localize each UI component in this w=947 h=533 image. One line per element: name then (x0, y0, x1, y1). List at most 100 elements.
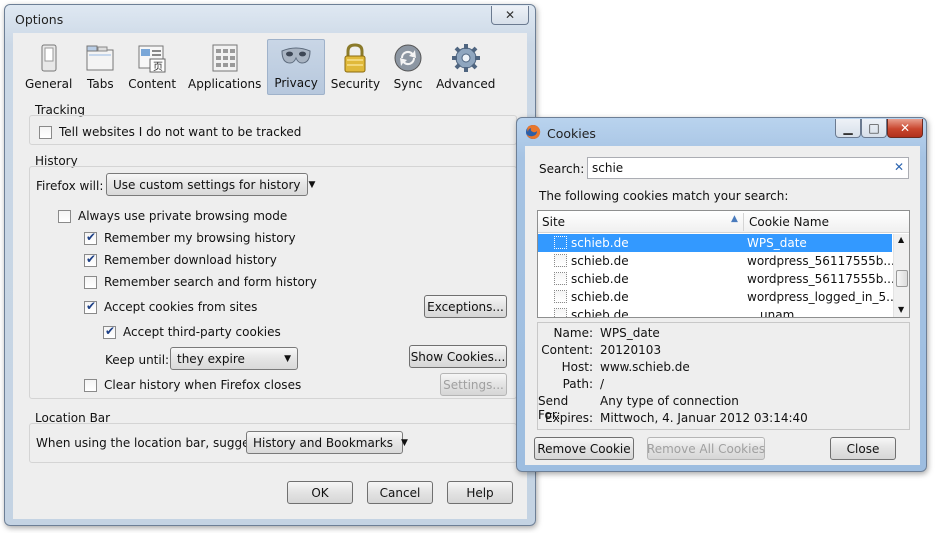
options-titlebar[interactable]: Options ✕ (5, 5, 535, 33)
chevron-down-icon: ▼ (284, 353, 291, 364)
detail-sendfor-value: Any type of connection (600, 394, 739, 408)
dnt-checkbox-row[interactable]: Tell websites I do not want to be tracke… (39, 125, 301, 139)
scroll-up-icon[interactable]: ▲ (898, 235, 904, 244)
row-cookie-name: wordpress_logged_in_5... (747, 290, 898, 304)
clear-history-checkbox[interactable] (84, 378, 97, 392)
table-row[interactable]: schieb.de WPS_date (538, 234, 892, 252)
scroll-down-icon[interactable]: ▼ (898, 305, 904, 314)
options-pane-tabs: General Tabs 页 Content Applications Priv… (19, 39, 501, 95)
keep-until-value: they expire (177, 351, 245, 366)
row-tree-box (554, 254, 567, 267)
options-title: Options (15, 12, 64, 27)
search-field[interactable]: schie ✕ (587, 157, 909, 179)
remember-download-row[interactable]: Remember download history (84, 252, 277, 267)
keep-until-label: Keep until: (105, 353, 170, 367)
detail-host-label: Host: (561, 360, 593, 374)
search-input[interactable]: schie (592, 161, 623, 175)
match-text: The following cookies match your search: (539, 189, 789, 203)
table-row[interactable]: schieb.de unam (538, 306, 892, 318)
firefox-will-label: Firefox will: (36, 179, 104, 193)
row-site: schieb.de (571, 254, 629, 268)
cookie-list-scrollbar[interactable]: ▲ ▼ (893, 234, 909, 317)
row-cookie-name: wordpress_56117555b... (747, 272, 895, 286)
maximize-button[interactable]: □ (861, 119, 887, 138)
sync-icon (392, 42, 424, 74)
tab-sync-label: Sync (393, 77, 423, 91)
row-tree-box (554, 236, 567, 249)
advanced-gear-icon (450, 42, 482, 74)
detail-expires-value: Mittwoch, 4. Januar 2012 03:14:40 (600, 411, 808, 425)
minimize-icon: ▁ (843, 121, 853, 135)
tab-content[interactable]: 页 Content (122, 39, 182, 95)
help-button[interactable]: Help (447, 481, 513, 504)
tab-advanced[interactable]: Advanced (430, 39, 501, 95)
tab-advanced-label: Advanced (436, 77, 496, 91)
dnt-checkbox[interactable] (39, 125, 52, 139)
remember-browsing-checkbox[interactable] (84, 230, 97, 245)
tab-general-label: General (25, 77, 73, 91)
history-mode-dropdown[interactable]: Use custom settings for history ▼ (106, 173, 315, 196)
exceptions-button[interactable]: Exceptions... (424, 295, 507, 318)
tab-privacy[interactable]: Privacy (267, 39, 325, 95)
cancel-button[interactable]: Cancel (367, 481, 433, 504)
remember-search-checkbox[interactable] (84, 275, 97, 289)
third-party-row[interactable]: Accept third-party cookies (103, 324, 281, 339)
table-row[interactable]: schieb.de wordpress_logged_in_5... (538, 288, 898, 306)
security-lock-icon (339, 42, 371, 74)
detail-path-label: Path: (562, 377, 593, 391)
tab-security[interactable]: Security (325, 39, 386, 95)
cookies-window: Cookies ▁ □ ✕ Search: schie ✕ The follow… (516, 117, 927, 472)
suggest-dropdown[interactable]: History and Bookmarks ▼ (246, 431, 408, 454)
dnt-label: Tell websites I do not want to be tracke… (59, 125, 302, 139)
cookies-titlebar[interactable]: Cookies ▁ □ ✕ (517, 118, 926, 146)
row-site: schieb.de (571, 236, 629, 250)
chevron-down-icon: ▼ (308, 179, 316, 190)
tab-tabs[interactable]: Tabs (78, 39, 122, 95)
minimize-button[interactable]: ▁ (835, 119, 861, 138)
close-icon: ✕ (504, 8, 516, 22)
row-tree-box (554, 272, 567, 285)
close-button[interactable]: Close (830, 437, 896, 460)
cookies-title: Cookies (547, 126, 596, 141)
column-header-cookie-name[interactable]: Cookie Name (749, 215, 829, 229)
close-icon: ✕ (899, 121, 911, 135)
remember-browsing-row[interactable]: Remember my browsing history (84, 230, 296, 245)
tab-general[interactable]: General (19, 39, 78, 95)
detail-path-value: / (600, 377, 605, 391)
clear-search-icon[interactable]: ✕ (894, 160, 904, 174)
options-close-button[interactable]: ✕ (491, 6, 529, 25)
private-browsing-checkbox[interactable] (58, 209, 71, 223)
row-site: schieb.de (571, 308, 629, 318)
detail-content-label: Content: (541, 343, 593, 357)
accept-cookies-checkbox[interactable] (84, 299, 97, 314)
table-row[interactable]: schieb.de wordpress_56117555b... (538, 252, 895, 270)
cookies-close-window-button[interactable]: ✕ (887, 119, 923, 138)
tab-sync[interactable]: Sync (386, 39, 430, 95)
cookie-details: Name: WPS_date Content: 20120103 Host: w… (537, 322, 910, 430)
suggest-label: When using the location bar, suggest: (36, 436, 265, 450)
content-icon: 页 (136, 42, 168, 74)
history-mode-value: Use custom settings for history (113, 177, 301, 192)
clear-settings-button[interactable]: Settings... (440, 373, 507, 396)
clear-history-row[interactable]: Clear history when Firefox closes (84, 378, 301, 392)
cookie-list[interactable]: Site ▲ Cookie Name schieb.de WPS_date sc… (537, 210, 910, 318)
accept-cookies-row[interactable]: Accept cookies from sites (84, 299, 257, 314)
keep-until-dropdown[interactable]: they expire ▼ (170, 347, 298, 370)
options-client: General Tabs 页 Content Applications Priv… (13, 33, 527, 519)
sort-ascending-icon: ▲ (731, 214, 738, 224)
table-row[interactable]: schieb.de wordpress_56117555b... (538, 270, 895, 288)
tab-applications[interactable]: Applications (182, 39, 267, 95)
scroll-thumb[interactable] (896, 270, 908, 287)
ok-button[interactable]: OK (287, 481, 353, 504)
detail-content-value: 20120103 (600, 343, 662, 357)
remove-all-cookies-button[interactable]: Remove All Cookies (647, 437, 765, 460)
detail-name-label: Name: (553, 326, 593, 340)
show-cookies-button[interactable]: Show Cookies... (409, 345, 507, 368)
third-party-checkbox[interactable] (103, 324, 116, 339)
remove-cookie-button[interactable]: Remove Cookie (534, 437, 634, 460)
remember-download-checkbox[interactable] (84, 252, 97, 267)
remember-search-row[interactable]: Remember search and form history (84, 275, 317, 289)
row-cookie-name: WPS_date (747, 236, 807, 250)
private-browsing-row[interactable]: Always use private browsing mode (58, 209, 287, 223)
column-header-site[interactable]: Site (542, 215, 565, 229)
